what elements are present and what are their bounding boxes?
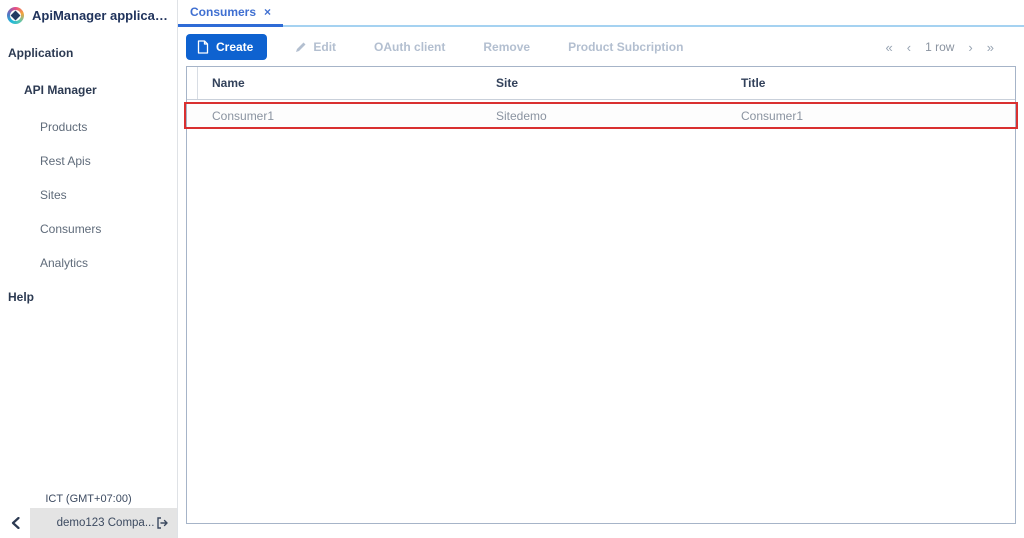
sidebar: ApiManager applicati... Application API …	[0, 0, 178, 538]
app-window: ApiManager applicati... Application API …	[0, 0, 1024, 538]
pagination-status: 1 row	[925, 40, 954, 54]
pagination-prev-icon[interactable]: ‹	[907, 40, 911, 55]
app-logo-icon	[7, 7, 24, 24]
tab-strip: Consumers ×	[178, 0, 1024, 27]
app-title: ApiManager applicati...	[32, 8, 169, 23]
sidebar-nav: Application API Manager Products Rest Ap…	[0, 40, 177, 310]
edit-button-label: Edit	[313, 40, 336, 54]
sidebar-item-analytics[interactable]: Analytics	[0, 250, 177, 276]
pagination-last-icon[interactable]: »	[987, 40, 994, 55]
edit-button[interactable]: Edit	[285, 34, 346, 60]
column-header-site[interactable]: Site	[482, 76, 727, 90]
product-subscription-button-label: Product Subcription	[568, 40, 683, 54]
sidebar-header: ApiManager applicati...	[0, 0, 177, 30]
sidebar-item-consumers[interactable]: Consumers	[0, 216, 177, 242]
create-button[interactable]: Create	[186, 34, 267, 60]
pagination-next-icon[interactable]: ›	[968, 40, 972, 55]
tab-close-icon[interactable]: ×	[264, 6, 271, 18]
account-switcher[interactable]: demo123 Compa...	[30, 508, 177, 538]
toolbar: Create Edit OAuth client Remove Product …	[178, 27, 1024, 60]
pagination: « ‹ 1 row › »	[886, 40, 1017, 55]
sidebar-item-api-manager[interactable]: API Manager	[0, 77, 177, 103]
row-select-cell[interactable]	[187, 103, 198, 128]
sidebar-item-sites[interactable]: Sites	[0, 182, 177, 208]
cell-name: Consumer1	[198, 109, 482, 123]
product-subscription-button[interactable]: Product Subcription	[558, 34, 693, 60]
account-label: demo123 Compa...	[56, 517, 155, 529]
sidebar-item-help[interactable]: Help	[0, 284, 177, 310]
oauth-client-button-label: OAuth client	[374, 40, 445, 54]
table-header-row: Name Site Title	[187, 67, 1015, 100]
chevron-left-icon	[11, 517, 20, 529]
pencil-icon	[295, 41, 307, 53]
main-content: Consumers × Create Edit OAuth client	[178, 0, 1024, 538]
create-button-label: Create	[216, 40, 253, 54]
select-column-header[interactable]	[187, 67, 198, 99]
column-header-name[interactable]: Name	[198, 76, 482, 90]
table-row[interactable]: Consumer1 Sitedemo Consumer1	[187, 103, 1015, 129]
pagination-first-icon[interactable]: «	[886, 40, 893, 55]
column-header-title[interactable]: Title	[727, 76, 1015, 90]
logout-icon[interactable]	[155, 516, 169, 530]
remove-button[interactable]: Remove	[473, 34, 540, 60]
consumers-table: Name Site Title Consumer1 Sitedemo Consu…	[186, 66, 1016, 524]
sidebar-collapse-button[interactable]	[0, 508, 30, 538]
sidebar-item-products[interactable]: Products	[0, 114, 177, 140]
remove-button-label: Remove	[483, 40, 530, 54]
tab-label: Consumers	[190, 5, 256, 19]
cell-site: Sitedemo	[482, 109, 727, 123]
oauth-client-button[interactable]: OAuth client	[364, 34, 455, 60]
tab-consumers[interactable]: Consumers ×	[178, 0, 283, 27]
cell-title: Consumer1	[727, 109, 1015, 123]
sidebar-item-application[interactable]: Application	[0, 40, 177, 66]
timezone-label: ICT (GMT+07:00)	[0, 493, 177, 505]
sidebar-footer: demo123 Compa...	[0, 508, 177, 538]
document-icon	[197, 40, 209, 54]
sidebar-item-rest-apis[interactable]: Rest Apis	[0, 148, 177, 174]
